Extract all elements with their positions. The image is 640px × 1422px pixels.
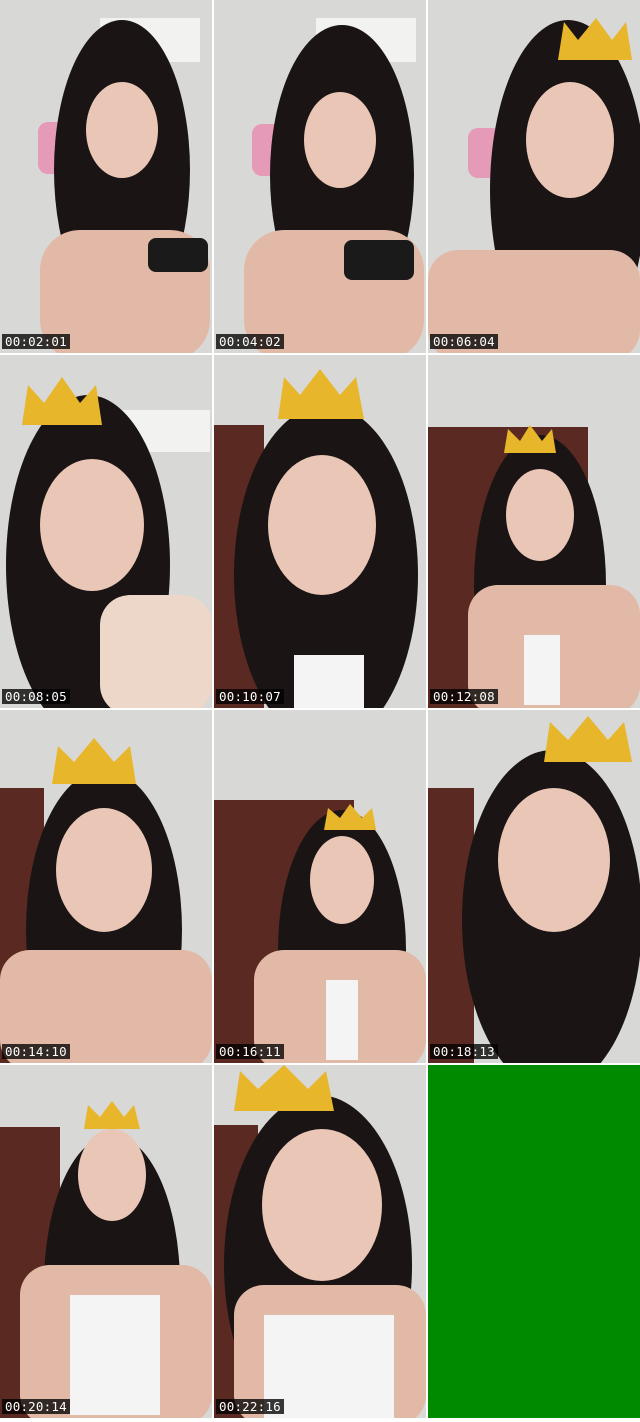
thumbnail-scene (214, 1065, 426, 1418)
timestamp-label: 00:18:13 (430, 1044, 498, 1059)
timestamp-label: 00:04:02 (216, 334, 284, 349)
video-thumbnail[interactable]: 00:02:01 (0, 0, 212, 353)
thumbnail-scene (428, 710, 640, 1063)
empty-green-tile (428, 1065, 640, 1418)
timestamp-label: 00:06:04 (430, 334, 498, 349)
video-thumbnail[interactable]: 00:14:10 (0, 710, 212, 1063)
thumbnail-scene (0, 0, 212, 353)
timestamp-label: 00:02:01 (2, 334, 70, 349)
video-thumbnail[interactable]: 00:10:07 (214, 355, 426, 708)
video-thumbnail[interactable]: 00:12:08 (428, 355, 640, 708)
thumbnail-scene (428, 355, 640, 708)
thumbnail-scene (0, 1065, 212, 1418)
video-thumbnail[interactable]: 00:20:14 (0, 1065, 212, 1418)
thumbnail-scene (428, 0, 640, 353)
video-thumbnail[interactable]: 00:06:04 (428, 0, 640, 353)
timestamp-label: 00:20:14 (2, 1399, 70, 1414)
thumbnail-scene (214, 355, 426, 708)
thumbnail-scene (0, 355, 212, 708)
timestamp-label: 00:22:16 (216, 1399, 284, 1414)
video-thumbnail[interactable]: 00:04:02 (214, 0, 426, 353)
thumbnail-scene (214, 0, 426, 353)
timestamp-label: 00:14:10 (2, 1044, 70, 1059)
thumbnail-scene (214, 710, 426, 1063)
timestamp-label: 00:10:07 (216, 689, 284, 704)
phone-icon (148, 238, 208, 272)
phone-icon (344, 240, 414, 280)
timestamp-label: 00:16:11 (216, 1044, 284, 1059)
video-thumbnail[interactable]: 00:08:05 (0, 355, 212, 708)
video-thumbnail[interactable]: 00:22:16 (214, 1065, 426, 1418)
timestamp-label: 00:12:08 (430, 689, 498, 704)
video-thumbnail[interactable]: 00:18:13 (428, 710, 640, 1063)
thumbnail-grid: 00:02:01 00:04:02 00:06:04 00:08:05 00:1… (0, 0, 640, 1422)
video-thumbnail[interactable]: 00:16:11 (214, 710, 426, 1063)
timestamp-label: 00:08:05 (2, 689, 70, 704)
thumbnail-scene (0, 710, 212, 1063)
